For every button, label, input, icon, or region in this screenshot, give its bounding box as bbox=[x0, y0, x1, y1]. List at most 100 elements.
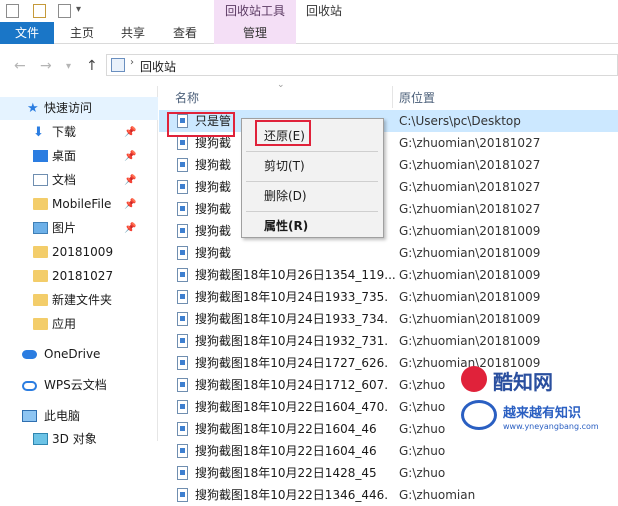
sidebar-item-pictures[interactable]: 图片 📌 bbox=[0, 217, 158, 240]
sidebar-item-apps[interactable]: 应用 bbox=[0, 313, 158, 336]
file-original-location: G:\zhuomian\20181027 bbox=[399, 180, 541, 194]
sidebar-item-label: 3D 对象 bbox=[52, 432, 97, 446]
column-header-original-location[interactable]: 原位置 bbox=[399, 89, 435, 106]
sidebar-item-quick-access[interactable]: ★ 快速访问 bbox=[0, 97, 158, 120]
menu-separator bbox=[246, 211, 378, 212]
recent-locations-icon[interactable]: ▾ bbox=[66, 61, 71, 72]
image-file-icon bbox=[177, 290, 188, 304]
folder-icon bbox=[33, 294, 48, 306]
menu-separator bbox=[246, 181, 378, 182]
sidebar-item-label: 图片 bbox=[52, 221, 77, 235]
column-separator[interactable] bbox=[392, 86, 393, 108]
table-row[interactable]: 搜狗截 G:\zhuomian\20181027 bbox=[159, 176, 618, 198]
watermark-url: www.yneyangbang.com bbox=[503, 422, 599, 431]
sidebar-item-20181009[interactable]: 20181009 bbox=[0, 241, 158, 264]
tab-manage[interactable]: 管理 bbox=[214, 22, 296, 44]
table-row[interactable]: 搜狗截图18年10月26日1354_119... G:\zhuomian\2018… bbox=[159, 264, 618, 286]
table-row[interactable]: 搜狗截图18年10月24日1933_734. G:\zhuomian\201810… bbox=[159, 308, 618, 330]
table-row[interactable]: 搜狗截图18年10月24日1932_731. G:\zhuomian\201810… bbox=[159, 330, 618, 352]
menu-separator bbox=[246, 151, 378, 152]
pin-icon[interactable]: 📌 bbox=[124, 121, 136, 144]
column-header-name[interactable]: 名称 bbox=[175, 89, 199, 106]
image-file-icon bbox=[177, 136, 188, 150]
file-original-location: G:\zhuomian\20181009 bbox=[399, 312, 541, 326]
quick-access-newfolder-icon[interactable] bbox=[58, 4, 71, 18]
file-name: 搜狗截 bbox=[195, 202, 232, 216]
computer-icon bbox=[22, 410, 37, 422]
file-name: 搜狗截 bbox=[195, 246, 232, 260]
sidebar-item-label: 应用 bbox=[52, 317, 77, 331]
recycle-bin-tools-label: 回收站工具 bbox=[214, 0, 296, 22]
sidebar-item-label: 桌面 bbox=[52, 149, 77, 163]
tab-file[interactable]: 文件 bbox=[0, 22, 54, 44]
table-row[interactable]: 搜狗截 G:\zhuomian\20181027 bbox=[159, 154, 618, 176]
sidebar-item-label: 下载 bbox=[52, 125, 77, 139]
quick-access-dropdown-icon[interactable]: ▾ bbox=[76, 4, 81, 15]
sidebar-item-documents[interactable]: 文档 📌 bbox=[0, 169, 158, 192]
breadcrumb-recycle-bin[interactable]: 回收站 bbox=[140, 58, 176, 75]
document-icon bbox=[33, 174, 48, 186]
pin-icon[interactable]: 📌 bbox=[124, 145, 136, 168]
table-row[interactable]: 搜狗截 G:\zhuomian\20181009 bbox=[159, 220, 618, 242]
menu-item-cut[interactable]: 剪切(T) bbox=[242, 154, 383, 178]
sidebar-item-onedrive[interactable]: OneDrive bbox=[0, 343, 158, 366]
up-arrow-icon[interactable]: ↑ bbox=[86, 58, 98, 74]
sidebar-item-this-pc[interactable]: 此电脑 bbox=[0, 405, 158, 428]
tab-home[interactable]: 主页 bbox=[62, 22, 102, 44]
image-file-icon bbox=[177, 334, 188, 348]
menu-item-delete[interactable]: 删除(D) bbox=[242, 184, 383, 208]
file-original-location: G:\zhuo bbox=[399, 422, 446, 436]
pin-icon[interactable]: 📌 bbox=[124, 193, 136, 216]
sidebar-item-downloads[interactable]: ⬇ 下载 📌 bbox=[0, 121, 158, 144]
image-file-icon bbox=[177, 246, 188, 260]
ribbon-tabs: 文件 主页 共享 查看 管理 bbox=[0, 22, 618, 44]
file-name: 搜狗截图18年10月24日1933_735. bbox=[195, 290, 389, 304]
file-original-location: G:\zhuomian\20181027 bbox=[399, 158, 541, 172]
file-original-location: G:\zhuomian\20181009 bbox=[399, 268, 541, 282]
pin-icon[interactable]: 📌 bbox=[124, 217, 136, 240]
quick-access-check-icon[interactable] bbox=[33, 4, 46, 18]
table-row[interactable]: 搜狗截图18年10月22日1428_45 G:\zhuo bbox=[159, 462, 618, 484]
sidebar-item-new-folder[interactable]: 新建文件夹 bbox=[0, 289, 158, 312]
recycle-bin-icon bbox=[111, 58, 125, 72]
folder-icon bbox=[33, 198, 48, 210]
table-row[interactable]: 搜狗截 G:\zhuomian\20181009 bbox=[159, 242, 618, 264]
image-file-icon bbox=[177, 378, 188, 392]
file-name: 搜狗截图18年10月24日1932_731. bbox=[195, 334, 389, 348]
title-bar: ▾ 回收站工具 回收站 bbox=[0, 0, 618, 22]
file-original-location: G:\zhuomian bbox=[399, 488, 476, 502]
address-box[interactable]: › 回收站 bbox=[106, 54, 618, 76]
pin-icon[interactable]: 📌 bbox=[124, 169, 136, 192]
menu-item-properties[interactable]: 属性(R) bbox=[242, 214, 383, 238]
sidebar-item-desktop[interactable]: 桌面 📌 bbox=[0, 145, 158, 168]
table-row[interactable]: 搜狗截图18年10月22日1604_46 G:\zhuo bbox=[159, 440, 618, 462]
window-title: 回收站 bbox=[306, 4, 343, 18]
table-row[interactable]: 搜狗截图18年10月24日1933_735. G:\zhuomian\201810… bbox=[159, 286, 618, 308]
table-row[interactable]: 搜狗截图18年10月22日1346_446. G:\zhuomian bbox=[159, 484, 618, 506]
sidebar-item-label: OneDrive bbox=[44, 347, 101, 361]
file-original-location: G:\zhuo bbox=[399, 466, 446, 480]
table-row[interactable]: 搜狗截 G:\zhuomian\20181027 bbox=[159, 198, 618, 220]
back-arrow-icon[interactable]: ← bbox=[14, 58, 26, 74]
sidebar-item-3d-objects[interactable]: 3D 对象 bbox=[0, 428, 158, 451]
download-icon: ⬇ bbox=[33, 125, 44, 140]
sidebar-item-20181027[interactable]: 20181027 bbox=[0, 265, 158, 288]
sidebar-item-label: 此电脑 bbox=[44, 409, 81, 423]
sidebar-item-wps-cloud[interactable]: WPS云文档 bbox=[0, 374, 158, 397]
sidebar-item-label: 快速访问 bbox=[44, 101, 93, 115]
breadcrumb-separator-icon: › bbox=[130, 57, 134, 68]
image-file-icon bbox=[177, 268, 188, 282]
file-name: 搜狗截 bbox=[195, 224, 232, 238]
file-name: 搜狗截图18年10月22日1346_446. bbox=[195, 488, 389, 502]
file-name: 搜狗截图18年10月24日1712_607. bbox=[195, 378, 389, 392]
sidebar-item-label: MobileFile bbox=[52, 197, 112, 211]
tab-view[interactable]: 查看 bbox=[164, 22, 206, 44]
file-original-location: G:\zhuomian\20181027 bbox=[399, 202, 541, 216]
sidebar-item-mobilefile[interactable]: MobileFile 📌 bbox=[0, 193, 158, 216]
forward-arrow-icon[interactable]: → bbox=[40, 58, 52, 74]
image-file-icon bbox=[177, 422, 188, 436]
tab-share[interactable]: 共享 bbox=[113, 22, 153, 44]
file-name: 搜狗截图18年10月22日1604_470. bbox=[195, 400, 389, 414]
image-file-icon bbox=[177, 400, 188, 414]
quick-access-properties-icon[interactable] bbox=[6, 4, 19, 18]
